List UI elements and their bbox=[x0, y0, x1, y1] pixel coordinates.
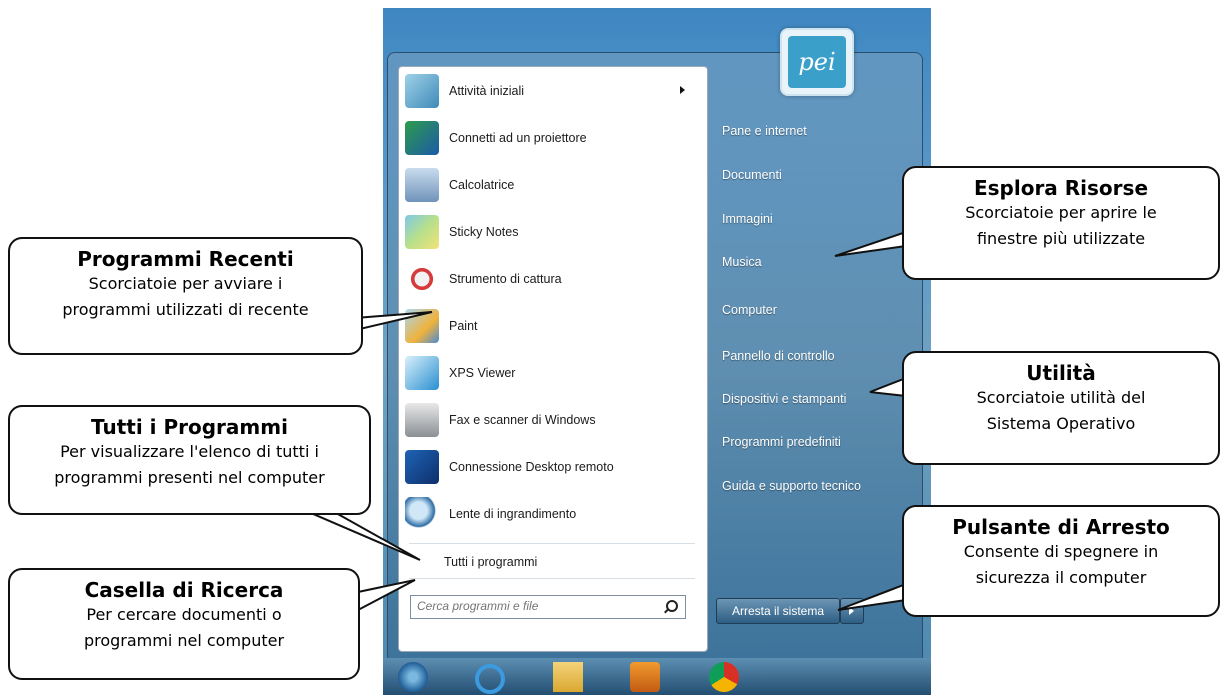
callout-text: Scorciatoie utilità del bbox=[976, 388, 1146, 407]
paint-icon bbox=[405, 309, 439, 343]
callout-esplora-risorse: Esplora Risorse Scorciatoie per aprire l… bbox=[902, 166, 1220, 280]
divider bbox=[409, 578, 695, 579]
callout-text: Sistema Operativo bbox=[986, 414, 1136, 433]
file-explorer-icon[interactable] bbox=[553, 662, 583, 692]
shutdown-options-button[interactable] bbox=[840, 598, 864, 624]
callout-text: sicurezza il computer bbox=[975, 568, 1147, 587]
submenu-arrow-icon[interactable] bbox=[680, 86, 685, 94]
callout-title: Tutti i Programmi bbox=[91, 415, 288, 439]
program-item-calculator[interactable]: Calcolatrice bbox=[403, 163, 699, 207]
program-label: Sticky Notes bbox=[449, 225, 519, 239]
program-label: Strumento di cattura bbox=[449, 272, 562, 286]
right-item-documenti[interactable]: Documenti bbox=[722, 168, 782, 182]
callout-title: Casella di Ricerca bbox=[84, 578, 284, 602]
program-label: Connetti ad un proiettore bbox=[449, 131, 587, 145]
fax-scanner-icon bbox=[405, 403, 439, 437]
callout-text: programmi presenti nel computer bbox=[54, 468, 325, 487]
program-item-magnifier[interactable]: Lente di ingrandimento bbox=[403, 492, 699, 536]
user-picture-label: pei bbox=[788, 36, 846, 88]
right-item-pane-e-internet[interactable]: Pane e internet bbox=[722, 124, 807, 138]
program-label: Connessione Desktop remoto bbox=[449, 460, 614, 474]
remote-desktop-icon bbox=[405, 450, 439, 484]
callout-title: Utilità bbox=[1026, 361, 1096, 385]
magnifier-icon bbox=[405, 497, 439, 531]
callout-text: Scorciatoie per aprire le bbox=[965, 203, 1157, 222]
right-item-pannello-di-controllo[interactable]: Pannello di controllo bbox=[722, 349, 835, 363]
callout-utilita: Utilità Scorciatoie utilità del Sistema … bbox=[902, 351, 1220, 465]
program-item-projector[interactable]: Connetti ad un proiettore bbox=[403, 116, 699, 160]
program-item-getting-started[interactable]: Attività iniziali bbox=[403, 69, 699, 113]
user-picture[interactable]: pei bbox=[780, 28, 854, 96]
search-input[interactable] bbox=[411, 596, 657, 616]
right-item-computer[interactable]: Computer bbox=[722, 303, 777, 317]
callout-text: finestre più utilizzate bbox=[976, 229, 1146, 248]
all-programs-link[interactable]: Tutti i programmi bbox=[444, 555, 537, 569]
callout-casella-di-ricerca: Casella di Ricerca Per cercare documenti… bbox=[8, 568, 360, 680]
chrome-icon[interactable] bbox=[709, 662, 739, 692]
program-item-fax-scanner[interactable]: Fax e scanner di Windows bbox=[403, 398, 699, 442]
getting-started-icon bbox=[405, 74, 439, 108]
program-label: XPS Viewer bbox=[449, 366, 516, 380]
calculator-icon bbox=[405, 168, 439, 202]
callout-pulsante-di-arresto: Pulsante di Arresto Consente di spegnere… bbox=[902, 505, 1220, 617]
internet-explorer-icon[interactable] bbox=[475, 664, 505, 694]
program-item-paint[interactable]: Paint bbox=[403, 304, 699, 348]
program-item-remote-desktop[interactable]: Connessione Desktop remoto bbox=[403, 445, 699, 489]
program-label: Attività iniziali bbox=[449, 84, 525, 98]
callout-title: Programmi Recenti bbox=[77, 247, 294, 271]
program-label: Calcolatrice bbox=[449, 178, 515, 192]
media-player-icon[interactable] bbox=[630, 662, 660, 692]
callout-text: Consente di spegnere in bbox=[963, 542, 1159, 561]
projector-icon bbox=[405, 121, 439, 155]
start-orb-icon[interactable] bbox=[398, 662, 428, 692]
callout-programmi-recenti: Programmi Recenti Scorciatoie per avviar… bbox=[8, 237, 363, 355]
callout-text: Per visualizzare l'elenco di tutti i bbox=[60, 442, 319, 461]
snipping-tool-icon bbox=[405, 262, 439, 296]
callout-text: programmi utilizzati di recente bbox=[62, 300, 309, 319]
program-label: Lente di ingrandimento bbox=[449, 507, 577, 521]
callout-text: programmi nel computer bbox=[83, 631, 285, 650]
program-item-xps-viewer[interactable]: XPS Viewer bbox=[403, 351, 699, 395]
callout-text: Per cercare documenti o bbox=[86, 605, 282, 624]
right-item-musica[interactable]: Musica bbox=[722, 255, 762, 269]
right-item-dispositivi-e-stampanti[interactable]: Dispositivi e stampanti bbox=[722, 392, 846, 406]
search-icon[interactable] bbox=[666, 600, 678, 612]
divider bbox=[409, 543, 695, 544]
program-item-snipping-tool[interactable]: Strumento di cattura bbox=[403, 257, 699, 301]
callout-text: Scorciatoie per avviare i bbox=[88, 274, 283, 293]
right-item-programmi-predefiniti[interactable]: Programmi predefiniti bbox=[722, 435, 841, 449]
shutdown-button[interactable]: Arresta il sistema bbox=[716, 598, 840, 624]
search-box[interactable] bbox=[410, 595, 686, 619]
program-item-sticky-notes[interactable]: Sticky Notes bbox=[403, 210, 699, 254]
callout-title: Esplora Risorse bbox=[973, 176, 1149, 200]
right-item-immagini[interactable]: Immagini bbox=[722, 212, 773, 226]
callout-title: Pulsante di Arresto bbox=[952, 515, 1170, 539]
callout-tutti-i-programmi: Tutti i Programmi Per visualizzare l'ele… bbox=[8, 405, 371, 515]
sticky-notes-icon bbox=[405, 215, 439, 249]
program-label: Fax e scanner di Windows bbox=[449, 413, 596, 427]
program-label: Paint bbox=[449, 319, 478, 333]
xps-viewer-icon bbox=[405, 356, 439, 390]
right-item-guida-e-supporto[interactable]: Guida e supporto tecnico bbox=[722, 479, 861, 493]
